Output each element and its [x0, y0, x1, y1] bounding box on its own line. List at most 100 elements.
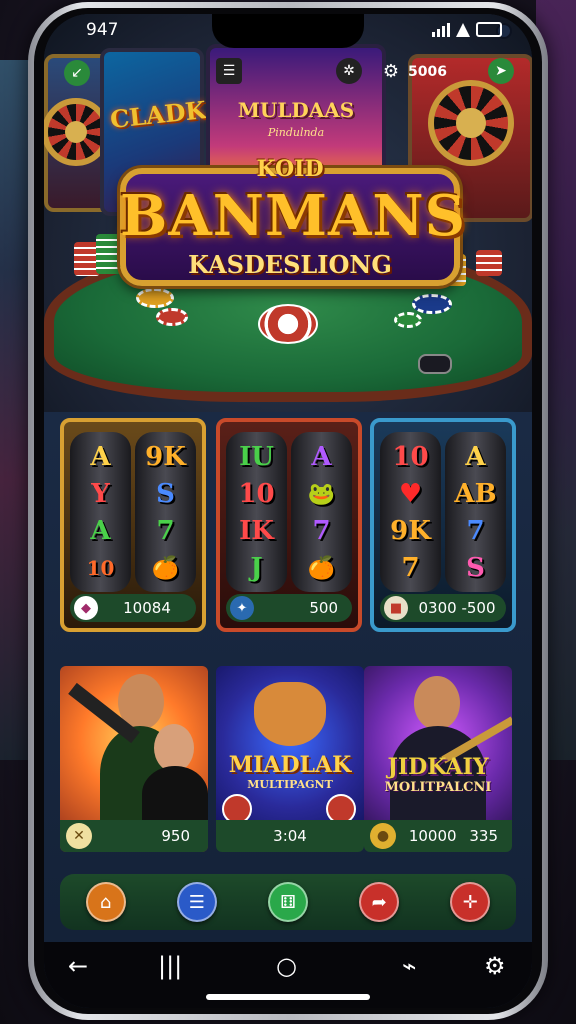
card-value-bar: ✕ 950 — [60, 820, 208, 852]
reel-symbol: 7 — [156, 515, 175, 546]
card-value: 3:04 — [273, 827, 307, 845]
chip-blue — [412, 294, 452, 314]
card-value-secondary: 335 — [469, 827, 498, 845]
center-machine-title: MULDAAS — [237, 98, 355, 122]
slot-game-card-2[interactable]: IU 10 IK J A 🐸 7 🍊 ✦ 500 — [216, 418, 362, 632]
home-circle-icon[interactable]: ○ — [276, 952, 297, 980]
coin-icon: ✕ — [66, 823, 92, 849]
home-indicator[interactable] — [206, 994, 370, 1000]
woman-face — [154, 724, 194, 772]
battery-icon — [476, 22, 502, 37]
recents-icon[interactable]: ||| — [158, 952, 182, 980]
reel-symbol: A — [90, 441, 111, 472]
card-subtitle: MOLITPALCNI — [384, 780, 492, 795]
roulette-wheel-right — [428, 80, 514, 166]
signal-icon — [432, 22, 450, 37]
slot-game-card-3[interactable]: 10 ♥ 9K 7 A AB 7 S ■ 0300 -500 — [370, 418, 516, 632]
chip-green — [394, 312, 422, 328]
reel-symbol: S — [466, 552, 485, 583]
reel: A Y A 10 — [70, 432, 131, 592]
reel-symbol: 10 — [86, 555, 115, 580]
reel-symbol: 10 — [238, 478, 275, 509]
reel-symbol: 🍊 — [151, 554, 180, 581]
slot-value: 0300 -500 — [418, 599, 496, 617]
home-icon[interactable]: ⌂ — [85, 882, 126, 922]
reel-symbol: J — [250, 552, 263, 583]
reel: IU 10 IK J — [226, 432, 287, 592]
card-value: 10000 — [408, 827, 457, 845]
status-time: 947 — [86, 20, 119, 40]
card-title: JIDKAIY — [387, 754, 489, 780]
target-icon[interactable]: ✛ — [450, 882, 491, 922]
back-arrow-icon[interactable]: ↙ — [64, 60, 90, 86]
slot-value-bar: ✦ 500 — [226, 594, 352, 622]
reel-symbol: IU — [239, 441, 274, 472]
player-icon: ◆ — [74, 596, 98, 620]
reel-symbol: Y — [91, 478, 110, 509]
reel-symbol: 7 — [466, 515, 485, 546]
reel-symbol: 🐸 — [307, 480, 336, 507]
chip-red — [156, 308, 188, 326]
reel: 9K S 7 🍊 — [135, 432, 196, 592]
phone-screen: 947 CLADK MULDAAS Pindulnda ↙ ☰ ✲ ⚙ 5006… — [44, 14, 532, 1008]
settings-icon[interactable]: ⚙ — [484, 952, 506, 980]
reel-symbol: A — [311, 441, 332, 472]
chip-stack-green — [96, 234, 122, 274]
back-icon[interactable]: ← — [68, 952, 88, 980]
center-chip-stack — [258, 304, 318, 344]
star-icon: ✦ — [230, 596, 254, 620]
reel-symbol: AB — [454, 478, 497, 509]
card-value: 950 — [161, 827, 190, 845]
game-card-action[interactable]: ✕ 950 — [60, 666, 208, 852]
card-title: MIADLAK — [228, 752, 352, 778]
reel-symbol: 7 — [312, 515, 331, 546]
cat-icon — [254, 682, 326, 746]
send-icon[interactable]: ➤ — [488, 58, 514, 84]
games-panel: A Y A 10 9K S 7 🍊 ◆ 10084 IU 10 IK J A 🐸… — [44, 412, 532, 942]
share-icon[interactable]: ➦ — [359, 882, 400, 922]
notch — [212, 14, 512, 48]
gift-icon: ■ — [384, 596, 408, 620]
game-card-guitar[interactable]: JIDKAIY MOLITPALCNI ● 10000 335 — [364, 666, 512, 852]
machine-label-cladk: CLADK — [108, 95, 208, 134]
card-subtitle: MULTIPAGNT — [247, 778, 333, 791]
slot-reels: IU 10 IK J A 🐸 7 🍊 — [226, 432, 352, 592]
reel-symbol: 9K — [145, 441, 186, 472]
card-value-bar: ● 10000 335 — [364, 820, 512, 852]
title-banner: KOID BANMANS KASDESLIONG — [120, 156, 465, 296]
status-icons — [432, 22, 502, 37]
reel-symbol: 10 — [392, 441, 429, 472]
reel-symbol: 9K — [390, 515, 431, 546]
reel-symbol: 7 — [401, 552, 420, 583]
settings-gear-icon[interactable]: ⚙ — [378, 58, 404, 84]
slot-value: 10084 — [123, 599, 171, 617]
wifi-icon — [456, 22, 470, 37]
reel-symbol: IK — [239, 515, 274, 546]
chip-icon[interactable]: ✲ — [336, 58, 362, 84]
center-machine-subtitle: Pindulnda — [267, 126, 325, 139]
assistant-icon[interactable]: ⌁ — [402, 952, 416, 980]
banner-small-text: KOID — [256, 156, 324, 182]
bottom-nav: ⌂ ☰ ⚅ ➦ ✛ — [60, 874, 516, 930]
reel-symbol: S — [156, 478, 175, 509]
reel-symbol: A — [465, 441, 486, 472]
list-icon[interactable]: ☰ — [216, 58, 242, 84]
woman-body — [142, 766, 208, 822]
hero-casino-scene: CLADK MULDAAS Pindulnda ↙ ☰ ✲ ⚙ 5006 ➤ K… — [44, 14, 532, 412]
table-button — [418, 354, 452, 374]
singer-face — [414, 676, 460, 730]
reel: A AB 7 S — [445, 432, 506, 592]
coin-icon: ● — [370, 823, 396, 849]
reel-symbol: ♥ — [398, 478, 423, 509]
menu-icon[interactable]: ☰ — [176, 882, 217, 922]
game-card-cat[interactable]: MIADLAK MULTIPAGNT 3:04 — [216, 666, 364, 852]
card-value-bar: 3:04 — [216, 820, 364, 852]
dice-icon[interactable]: ⚅ — [267, 882, 308, 922]
chip-stack-red-right — [476, 250, 502, 276]
reel: A 🐸 7 🍊 — [291, 432, 352, 592]
banner-subtitle: KASDESLIONG — [188, 250, 392, 279]
slot-game-card-1[interactable]: A Y A 10 9K S 7 🍊 ◆ 10084 — [60, 418, 206, 632]
slot-value-bar: ◆ 10084 — [70, 594, 196, 622]
slot-reels: A Y A 10 9K S 7 🍊 — [70, 432, 196, 592]
reel: 10 ♥ 9K 7 — [380, 432, 441, 592]
